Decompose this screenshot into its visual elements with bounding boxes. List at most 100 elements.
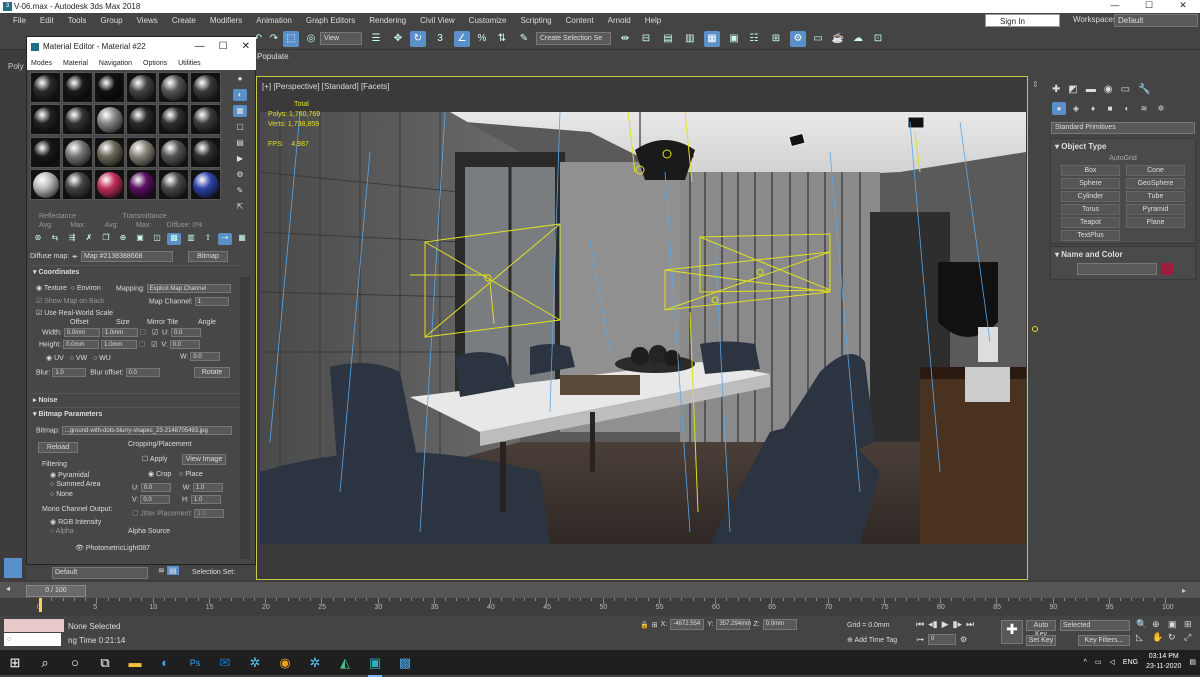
key-mode-icon[interactable]: ⊶ <box>916 635 924 644</box>
primitives-dropdown[interactable]: Standard Primitives <box>1051 122 1195 134</box>
vw-radio[interactable]: ○ <box>70 355 74 362</box>
menu-edit[interactable]: Edit <box>33 16 61 25</box>
menu-graph-editors[interactable]: Graph Editors <box>299 16 362 25</box>
file-explorer-icon[interactable]: ▬ <box>120 655 150 670</box>
start-icon[interactable]: ⊞ <box>0 655 30 671</box>
mirror-icon[interactable]: ⇹ <box>617 31 633 47</box>
material-editor-scrollbar[interactable] <box>240 277 250 559</box>
background-icon[interactable]: ▦ <box>233 105 247 117</box>
redo-icon[interactable]: ↷ <box>266 31 282 47</box>
put-material-icon[interactable]: ⇆ <box>48 233 62 245</box>
menu-civil-view[interactable]: Civil View <box>413 16 462 25</box>
zoom-extents-icon[interactable]: ▣ <box>1168 619 1182 630</box>
space-warps-icon[interactable]: ≋ <box>1137 102 1151 115</box>
menu-file[interactable]: File <box>0 16 33 25</box>
box-button[interactable]: Box <box>1061 165 1120 176</box>
material-sample-slot[interactable] <box>190 72 221 103</box>
network-icon[interactable]: ▭ <box>1095 658 1102 666</box>
snaps-toggle-icon[interactable]: 3 <box>432 31 448 47</box>
width-mirror-checkbox[interactable]: ☐ <box>140 329 146 336</box>
material-sample-slot[interactable] <box>62 136 93 168</box>
w-angle-input[interactable]: 0.0 <box>190 352 221 361</box>
material-sample-slot[interactable] <box>30 104 61 136</box>
go-to-end-icon[interactable]: ⏭ <box>966 619 974 630</box>
time-slider-prev-icon[interactable]: ◂ <box>6 584 10 593</box>
material-sample-slot[interactable] <box>158 72 189 103</box>
alpha-radio[interactable]: ○ <box>50 528 54 535</box>
time-slider-thumb[interactable]: 0 / 100 <box>26 585 86 597</box>
outlook-icon[interactable]: ✉ <box>210 655 240 671</box>
cameras-icon[interactable]: ■ <box>1103 102 1117 115</box>
menu-customize[interactable]: Customize <box>462 16 514 25</box>
crop-v-input[interactable]: 0.0 <box>140 495 171 504</box>
app-icon-cyan[interactable]: ✲ <box>300 655 330 671</box>
orbit-icon[interactable]: ↻ <box>1168 632 1182 643</box>
wu-radio[interactable]: ○ <box>93 355 97 362</box>
set-keys-icon[interactable]: ✚ <box>1001 620 1023 644</box>
pyramidal-radio[interactable]: ◉ <box>50 472 56 479</box>
track-bar[interactable]: 0510152025303540455055606570758085909510… <box>0 598 1200 616</box>
cone-button[interactable]: Cone <box>1126 165 1185 176</box>
material-editor-icon[interactable]: ⊞ <box>768 31 784 47</box>
cylinder-button[interactable]: Cylinder <box>1061 191 1120 202</box>
time-configuration-icon[interactable]: ⚙ <box>960 635 967 644</box>
populate-ribbon[interactable]: Populate <box>255 50 1025 63</box>
menu-views[interactable]: Views <box>130 16 165 25</box>
height-offset-input[interactable]: 0.0mm <box>63 340 100 349</box>
crop-h-input[interactable]: 1.0 <box>190 495 221 504</box>
layer-explorer-icon[interactable]: ▥ <box>682 31 698 47</box>
autocad-icon[interactable]: ◭ <box>330 655 360 671</box>
x-coordinate-input[interactable]: -4672.554 <box>670 619 705 630</box>
language-indicator[interactable]: ENG <box>1123 659 1138 666</box>
material-sample-slot[interactable] <box>30 168 61 200</box>
get-material-icon[interactable]: ⊛ <box>31 233 45 245</box>
sample-type-icon[interactable]: ● <box>233 73 247 85</box>
material-sample-slot[interactable] <box>126 168 157 200</box>
a360-gallery-icon[interactable]: ⊡ <box>870 31 886 47</box>
go-to-parent-icon[interactable]: ⇧ <box>201 233 215 245</box>
lights-icon[interactable]: ♦ <box>1086 102 1100 115</box>
coordinates-title[interactable]: Coordinates <box>38 269 79 276</box>
tray-overflow-icon[interactable]: ^ <box>1084 659 1087 666</box>
helpers-icon[interactable]: ◐ <box>1120 102 1134 115</box>
make-preview-icon[interactable]: ▶ <box>233 153 247 165</box>
menu-group[interactable]: Group <box>93 16 129 25</box>
material-sample-slot[interactable] <box>94 104 125 136</box>
chrome-icon[interactable]: ◉ <box>270 655 300 671</box>
menu-animation[interactable]: Animation <box>249 16 299 25</box>
menu-options[interactable]: Options <box>143 57 167 70</box>
material-sample-slot[interactable] <box>190 136 221 168</box>
place-radio[interactable]: ○ <box>179 471 183 478</box>
time-slider-track[interactable]: ◂ 0 / 100 ▸ <box>0 582 1200 598</box>
material-sample-slot[interactable] <box>158 104 189 136</box>
utilities-tab-icon[interactable]: 🔧 <box>1138 84 1150 98</box>
cortana-icon[interactable]: ○ <box>60 655 90 670</box>
viewport-scene-render[interactable] <box>260 112 1026 544</box>
menu-help[interactable]: Help <box>638 16 668 25</box>
bitmap-params-title[interactable]: Bitmap Parameters <box>38 411 102 418</box>
geosphere-button[interactable]: GeoSphere <box>1126 178 1185 189</box>
map-channel-input[interactable]: 1 <box>194 297 229 306</box>
mapping-dropdown[interactable]: Explicit Map Channel <box>146 284 231 293</box>
volume-icon[interactable]: ◁ <box>1110 658 1115 666</box>
reference-coordinate-dropdown[interactable]: View <box>320 32 362 45</box>
workspaces-dropdown[interactable]: Default <box>1114 14 1198 27</box>
y-coordinate-input[interactable]: 357.294mm <box>716 619 751 630</box>
minimize-button[interactable]: — <box>1098 0 1132 11</box>
pan-icon[interactable]: ✋ <box>1152 632 1166 643</box>
eyedropper-icon[interactable]: ✒ <box>72 253 78 261</box>
width-tile-checkbox[interactable]: ☑ <box>152 329 158 336</box>
hierarchy-tab-icon[interactable]: ▬ <box>1086 84 1096 98</box>
rendered-frame-window-icon[interactable]: ▭ <box>810 31 826 47</box>
u-angle-input[interactable]: 0.0 <box>170 328 201 337</box>
material-sample-slot[interactable] <box>190 104 221 136</box>
height-size-input[interactable]: 1.0mm <box>101 340 138 349</box>
task-view-icon[interactable]: ⧉ <box>90 655 120 671</box>
uv-tiling-icon[interactable]: ▢ <box>233 121 247 133</box>
go-forward-sibling-icon[interactable]: ⇢ <box>218 233 232 245</box>
layers-icon[interactable]: ≋ <box>158 566 165 575</box>
material-map-navigator-icon[interactable]: ⇱ <box>233 201 247 213</box>
render-production-icon[interactable]: ☕ <box>830 31 846 47</box>
material-sample-slot[interactable] <box>126 72 157 103</box>
texture-radio[interactable]: ◉ <box>36 285 42 292</box>
